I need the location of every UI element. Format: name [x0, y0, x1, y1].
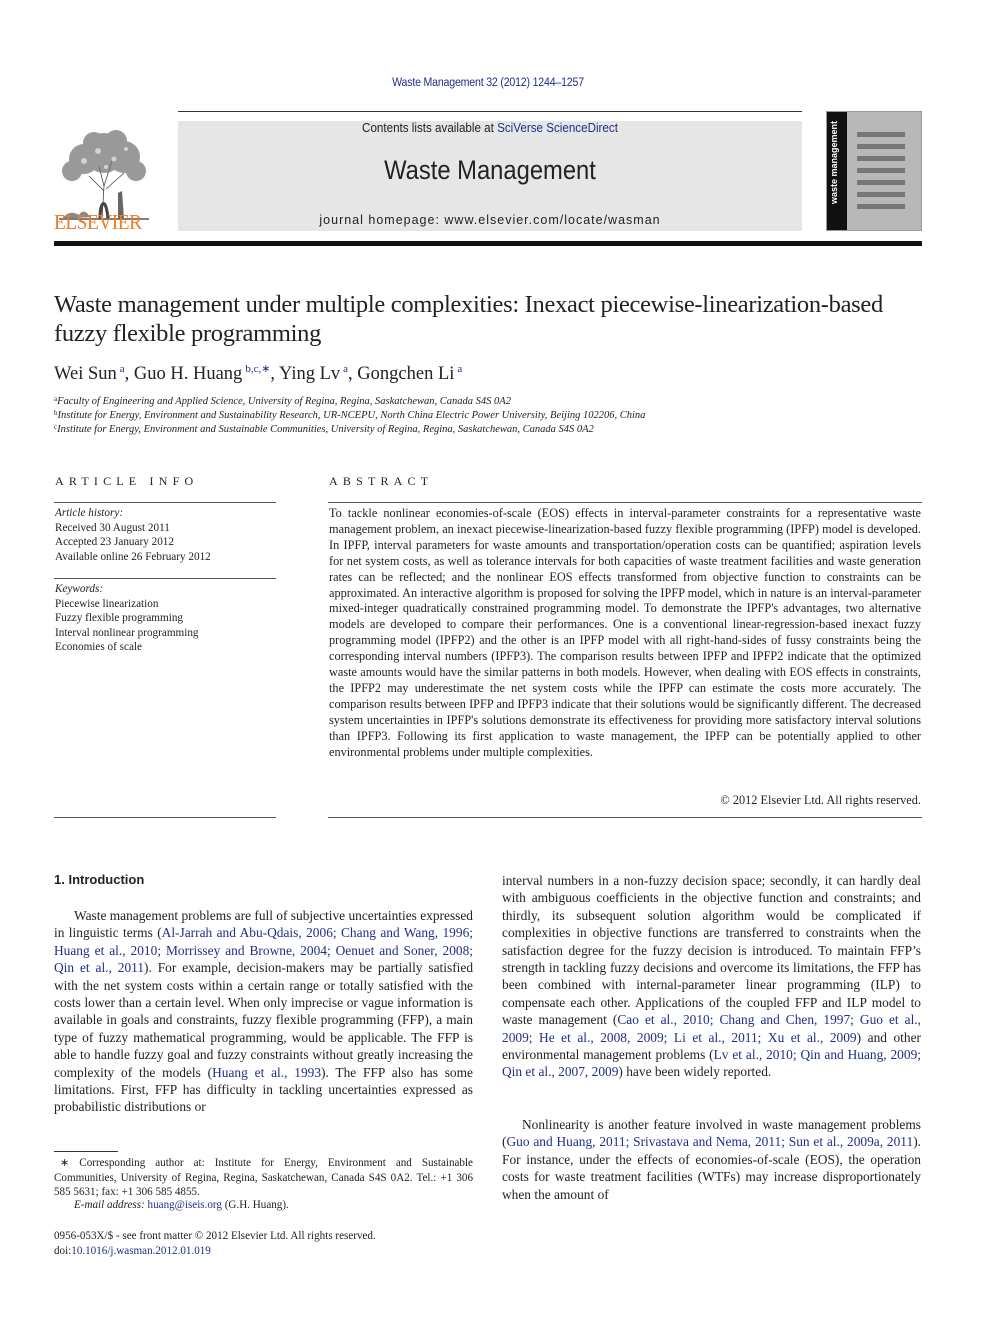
email-footnote: E-mail address: huang@iseis.org (G.H. Hu… [74, 1199, 289, 1211]
article-history: Article history: Received 30 August 2011… [55, 506, 211, 564]
corresponding-author-footnote: ∗ Corresponding author at: Institute for… [54, 1156, 473, 1200]
affiliation: aFaculty of Engineering and Applied Scie… [54, 395, 511, 407]
article-info-heading: ARTICLE INFO [55, 474, 199, 488]
citation-link[interactable]: Huang et al., 1993 [212, 1065, 321, 1080]
affiliation-mark[interactable]: b,c,∗ [245, 363, 270, 375]
affiliation-text: Institute for Energy, Environment and Su… [57, 410, 646, 421]
body-text: ). For example, decision-makers may be p… [54, 960, 474, 1080]
cover-bar [857, 204, 905, 209]
doi-link[interactable]: 10.1016/j.wasman.2012.01.019 [71, 1245, 211, 1257]
history-accepted: Accepted 23 January 2012 [55, 536, 174, 549]
email-link[interactable]: huang@iseis.org [148, 1199, 222, 1211]
paper-title: Waste management under multiple complexi… [54, 291, 883, 347]
history-received: Received 30 August 2011 [55, 521, 170, 534]
email-suffix: (G.H. Huang). [221, 1199, 289, 1211]
author-name[interactable]: Guo H. Huang [134, 364, 242, 384]
cover-bar [857, 180, 905, 185]
sciencedirect-link[interactable]: SciVerse ScienceDirect [497, 121, 618, 135]
body-column-2-paragraph-1: interval numbers in a non-fuzzy decision… [502, 872, 921, 1081]
contents-availability: Contents lists available at SciVerse Sci… [200, 121, 780, 135]
affiliation-mark[interactable]: a [120, 363, 125, 375]
journal-masthead: Contents lists available at SciVerse Sci… [178, 121, 802, 231]
body-text: interval numbers in a non-fuzzy decision… [502, 873, 921, 1028]
body-column-2-paragraph-2: Nonlinearity is another feature involved… [502, 1116, 921, 1203]
header-rule [178, 111, 802, 112]
issn-line: 0956-053X/$ - see front matter © 2012 El… [54, 1230, 376, 1242]
divider [54, 578, 276, 579]
affiliation-text: Faculty of Engineering and Applied Scien… [57, 396, 511, 407]
cover-bar [857, 192, 905, 197]
divider [54, 817, 276, 818]
affiliation: bInstitute for Energy, Environment and S… [54, 409, 645, 421]
body-column-1: Waste management problems are full of su… [54, 907, 473, 1116]
citation-link[interactable]: Guo and Huang, 2011; Srivastava and Nema… [506, 1134, 913, 1149]
history-online: Available online 26 February 2012 [55, 550, 211, 563]
doi-line: doi:10.1016/j.wasman.2012.01.019 [54, 1245, 211, 1257]
journal-homepage-link[interactable]: journal homepage: www.elsevier.com/locat… [178, 213, 802, 227]
section-heading-introduction: 1. Introduction [54, 872, 145, 887]
author-name[interactable]: Ying Lv [279, 364, 340, 384]
masthead-rule [54, 241, 922, 246]
journal-citation-link[interactable]: Waste Management 32 (2012) 1244–1257 [39, 77, 937, 89]
abstract-text: To tackle nonlinear economies-of-scale (… [329, 506, 921, 759]
abstract-copyright: © 2012 Elsevier Ltd. All rights reserved… [720, 793, 921, 807]
author-list: Wei Sun a, Guo H. Huang b,c,∗, Ying Lv a, G… [54, 363, 463, 384]
body-text: ) have been widely reported. [618, 1064, 772, 1080]
abstract-heading: ABSTRACT [329, 474, 434, 488]
keywords-label: Keywords: [55, 583, 104, 595]
affiliation-mark[interactable]: a [343, 363, 348, 375]
keyword: Interval nonlinear programming [55, 626, 199, 639]
keyword: Piecewise linearization [55, 597, 159, 610]
footnote-rule [54, 1151, 118, 1152]
author-name[interactable]: Gongchen Li [357, 364, 454, 384]
cover-bar [857, 144, 905, 149]
footnote-text: ∗ Corresponding author at: Institute for… [54, 1157, 473, 1199]
doi-prefix: doi: [54, 1245, 72, 1257]
author-name[interactable]: Wei Sun [54, 364, 117, 384]
journal-name: Waste Management [384, 155, 596, 185]
cover-title: waste management [829, 120, 839, 204]
contents-prefix: Contents lists available at [362, 121, 498, 135]
cover-bar [857, 132, 905, 137]
cover-bar [857, 168, 905, 173]
history-label: Article history: [55, 507, 124, 519]
keywords: Keywords: Piecewise linearization Fuzzy … [55, 582, 199, 655]
elsevier-logo-text: ELSEVIER [54, 210, 142, 234]
cover-bar [857, 156, 905, 161]
affiliation: cInstitute for Energy, Environment and S… [54, 423, 594, 435]
divider [328, 502, 922, 503]
divider [328, 817, 922, 818]
keyword: Fuzzy flexible programming [55, 612, 184, 625]
journal-cover-image: waste management [826, 111, 922, 231]
affiliation-text: Institute for Energy, Environment and Su… [57, 424, 594, 435]
divider [54, 502, 276, 503]
email-label: E-mail address: [74, 1199, 148, 1211]
keyword: Economies of scale [55, 641, 142, 654]
affiliation-mark[interactable]: a [457, 363, 462, 375]
